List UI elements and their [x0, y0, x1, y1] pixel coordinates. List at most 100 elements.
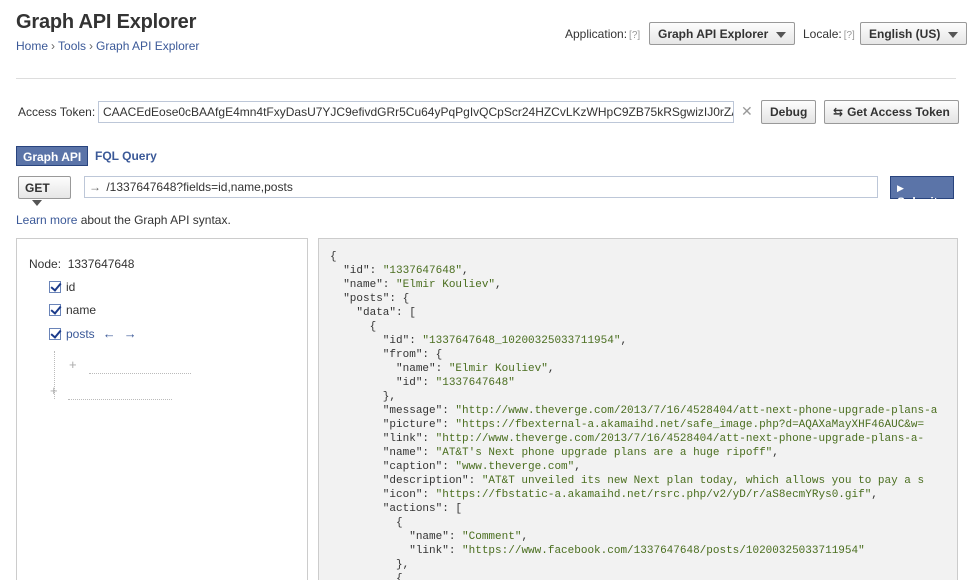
subfield-input-placeholder[interactable]: [89, 373, 191, 374]
response-line: "id": "1337647648": [330, 376, 937, 390]
breadcrumb-separator: ›: [89, 39, 94, 53]
debug-button[interactable]: Debug: [761, 100, 817, 124]
response-line: {: [330, 572, 937, 580]
json-punct: ,: [521, 531, 529, 543]
application-select-value: Graph API Explorer: [658, 27, 769, 41]
response-line: "data": [: [330, 306, 937, 320]
access-token-input[interactable]: CAACEdEose0cBAAfgE4mn4tFxyDasU7YJC9efivd…: [98, 101, 734, 123]
json-punct: ,: [495, 279, 502, 291]
field-input-placeholder[interactable]: [68, 399, 172, 400]
response-line: "picture": "https://fbexternal-a.akamaih…: [330, 418, 937, 432]
response-line: "name": "Comment",: [330, 530, 937, 544]
json-key: {: [330, 573, 403, 580]
tab-graph-api[interactable]: Graph API: [16, 146, 89, 166]
locale-select[interactable]: English (US): [860, 22, 967, 45]
arrow-left-icon[interactable]: ←: [103, 326, 116, 341]
play-icon: ▶: [897, 183, 904, 193]
response-line: "id": "1337647648",: [330, 264, 937, 278]
graph-path-input[interactable]: → /1337647648?fields=id,name,posts: [84, 176, 878, 198]
locale-select-value: English (US): [869, 27, 941, 41]
response-line: "link": "http://www.theverge.com/2013/7/…: [330, 432, 937, 446]
chevron-down-icon: [32, 199, 42, 206]
json-key: "icon":: [330, 489, 436, 501]
json-punct: ,: [871, 489, 878, 501]
learn-more-text: Learn more about the Graph API syntax.: [16, 213, 231, 227]
response-line: "name": "AT&T's Next phone upgrade plans…: [330, 446, 937, 460]
checkbox[interactable]: [49, 328, 61, 340]
arrow-right-icon[interactable]: →: [124, 326, 137, 341]
json-punct: ,: [620, 335, 628, 347]
learn-more-rest: about the Graph API syntax.: [77, 213, 231, 227]
breadcrumb: Home › Tools › Graph API Explorer: [16, 39, 199, 53]
json-value: "Comment": [462, 531, 522, 543]
json-key: "id":: [330, 265, 383, 277]
close-icon[interactable]: ✕: [741, 103, 753, 120]
json-value: "AT&T's Next phone upgrade plans are a h…: [435, 447, 773, 459]
response-line: "icon": "https://fbstatic-a.akamaihd.net…: [330, 488, 937, 502]
add-field-button[interactable]: +: [50, 383, 58, 398]
learn-more-link[interactable]: Learn more: [16, 213, 77, 227]
application-select[interactable]: Graph API Explorer: [649, 22, 796, 45]
breadcrumb-graph-api-explorer[interactable]: Graph API Explorer: [96, 39, 199, 53]
submit-label: Submit: [897, 195, 938, 209]
json-value: "https://fbexternal-a.akamaihd.net/safe_…: [455, 419, 925, 431]
response-line: },: [330, 558, 937, 572]
json-key: "name":: [330, 363, 449, 375]
json-value: "1337647648_10200325033711954": [422, 335, 621, 347]
json-key: "actions": [: [330, 503, 463, 515]
checkbox[interactable]: [49, 304, 61, 316]
json-value: "http://www.theverge.com/2013/7/16/45284…: [455, 405, 938, 417]
add-subfield-button[interactable]: +: [69, 357, 77, 372]
node-label-text: Node:: [29, 257, 62, 271]
breadcrumb-tools[interactable]: Tools: [58, 39, 86, 53]
access-token-label: Access Token:: [18, 105, 96, 119]
get-access-token-button[interactable]: ⇆ Get Access Token: [824, 100, 959, 124]
method-select[interactable]: GET: [18, 176, 71, 206]
json-value: "1337647648": [382, 265, 463, 277]
application-label-text: Application:: [565, 27, 628, 41]
chevron-down-icon: [776, 31, 787, 38]
field-label-posts[interactable]: posts: [66, 327, 95, 341]
json-key: "description":: [330, 475, 482, 487]
json-key: "name":: [330, 531, 463, 543]
json-key: "name":: [330, 447, 436, 459]
chevron-down-icon: [948, 31, 959, 38]
locale-help-link[interactable]: [?]: [844, 30, 855, 41]
response-line: {: [330, 250, 937, 264]
json-value: "1337647648": [435, 377, 515, 389]
response-line: "posts": {: [330, 292, 937, 306]
response-line: "description": "AT&T unveiled its new Ne…: [330, 474, 937, 488]
json-key: "id":: [330, 335, 423, 347]
json-value: "http://www.theverge.com/2013/7/16/45284…: [435, 433, 925, 445]
swap-icon: ⇆: [833, 105, 844, 119]
json-punct: ,: [547, 363, 555, 375]
field-label: id: [66, 280, 76, 294]
checkbox[interactable]: [49, 281, 61, 293]
submit-button[interactable]: ▶ Submit: [890, 176, 954, 209]
json-key: "picture":: [330, 419, 456, 431]
response-json: { "id": "1337647648", "name": "Elmir Kou…: [330, 250, 937, 580]
method-value: GET: [25, 181, 50, 195]
json-key: "caption":: [330, 461, 456, 473]
tab-fql-query[interactable]: FQL Query: [95, 149, 157, 163]
response-line: "message": "http://www.theverge.com/2013…: [330, 404, 938, 418]
json-value: "https://www.facebook.com/1337647648/pos…: [462, 545, 865, 557]
json-key: "posts": {: [330, 293, 410, 305]
application-label: Application: [?]: [565, 27, 640, 41]
field-item-id: id: [49, 280, 75, 294]
response-line: "from": {: [330, 348, 937, 362]
json-key: "name":: [330, 279, 397, 291]
json-key: {: [330, 251, 337, 263]
breadcrumb-home[interactable]: Home: [16, 39, 48, 53]
response-line: {: [330, 516, 937, 530]
application-help-link[interactable]: [?]: [629, 30, 640, 41]
json-value: "Elmir Kouliev": [448, 363, 548, 375]
response-line: "link": "https://www.facebook.com/133764…: [330, 544, 937, 558]
json-key: },: [330, 391, 397, 403]
json-value: "AT&T unveiled its new Next plan today, …: [481, 475, 925, 487]
json-key: {: [330, 321, 377, 333]
field-tree-panel: Node: 1337647648 id name posts ← → + +: [16, 238, 308, 580]
json-punct: ,: [574, 461, 581, 473]
get-access-token-label: Get Access Token: [847, 105, 950, 119]
response-line: "id": "1337647648_10200325033711954",: [330, 334, 937, 348]
